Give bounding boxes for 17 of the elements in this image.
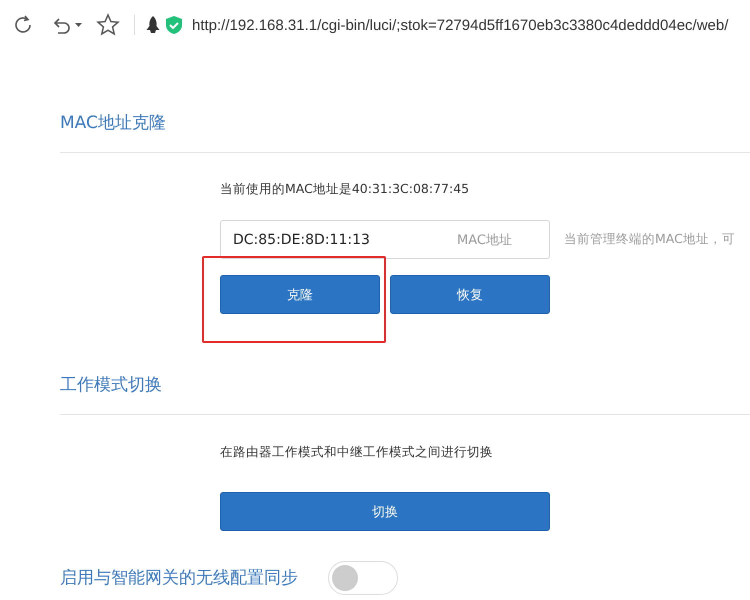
action-button[interactable]: 克隆 [220,275,380,314]
mode-description: 在路由器工作模式和中继工作模式之间进行切换 [220,443,494,461]
action-button[interactable]: 恢复 [390,275,550,314]
action-button[interactable]: 切换 [220,492,550,531]
caret-icon[interactable] [75,22,82,28]
current-mac-text: 当前使用的MAC地址是40:31:3C:08:77:45 [220,180,470,198]
shield-check-icon [166,16,182,34]
section-title: MAC地址克隆 [60,112,167,135]
star-icon[interactable] [96,13,120,37]
reload-icon[interactable] [12,14,34,36]
address-bar[interactable]: http://192.168.31.1/cgi-bin/luci/;stok=72794d5ff1670eb3c3380c4deddd04ec/web/ [192,16,728,34]
toggle-switch[interactable] [328,561,398,595]
section-title: 启用与智能网关的无线配置同步 [60,567,298,590]
field-suffix: MAC地址 [457,232,512,249]
hint-text: 当前管理终端的MAC地址，可 [564,231,735,248]
rocket-icon[interactable] [146,16,160,34]
section-title: 工作模式切换 [60,374,163,397]
